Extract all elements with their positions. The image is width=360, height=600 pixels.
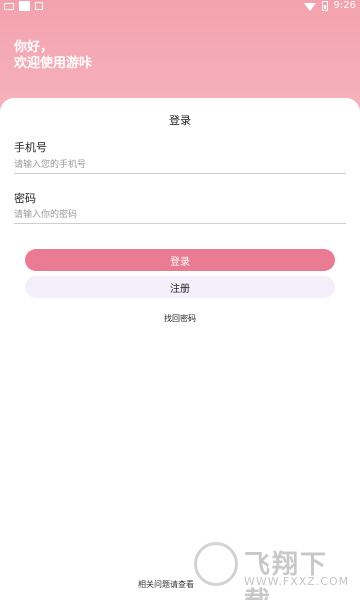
notification-icon xyxy=(19,1,30,11)
password-input[interactable] xyxy=(14,206,346,224)
status-bar-system: 9:26 xyxy=(303,0,356,11)
forgot-password-link[interactable]: 找回密码 xyxy=(0,313,360,324)
register-button[interactable]: 注册 xyxy=(25,276,335,298)
password-label: 密码 xyxy=(14,192,36,205)
watermark-url: WWW.FXXZ.COM xyxy=(244,575,350,588)
status-bar: 9:26 xyxy=(0,0,360,14)
phone-label: 手机号 xyxy=(14,141,47,154)
greeting-line-2: 欢迎使用游咔 xyxy=(14,56,93,71)
battery-icon xyxy=(321,0,328,11)
watermark-brand: 飞翔下载 xyxy=(244,550,329,600)
greeting: 你好， 欢迎使用游咔 xyxy=(14,40,92,72)
phone-input[interactable] xyxy=(14,156,346,174)
greeting-line-1: 你好， xyxy=(14,40,54,55)
watermark-logo: 飞翔下载 WWW.FXXZ.COM xyxy=(194,540,354,600)
status-time: 9:26 xyxy=(333,0,356,11)
footer-help-text[interactable]: 相关问题请查看 xyxy=(138,579,194,590)
status-bar-notifications xyxy=(4,1,43,11)
notification-icon xyxy=(4,2,14,10)
wifi-icon xyxy=(303,2,316,11)
login-button[interactable]: 登录 xyxy=(25,249,335,271)
watermark-circle-icon xyxy=(194,542,238,586)
notification-icon xyxy=(35,2,43,10)
page-title: 登录 xyxy=(169,114,191,127)
